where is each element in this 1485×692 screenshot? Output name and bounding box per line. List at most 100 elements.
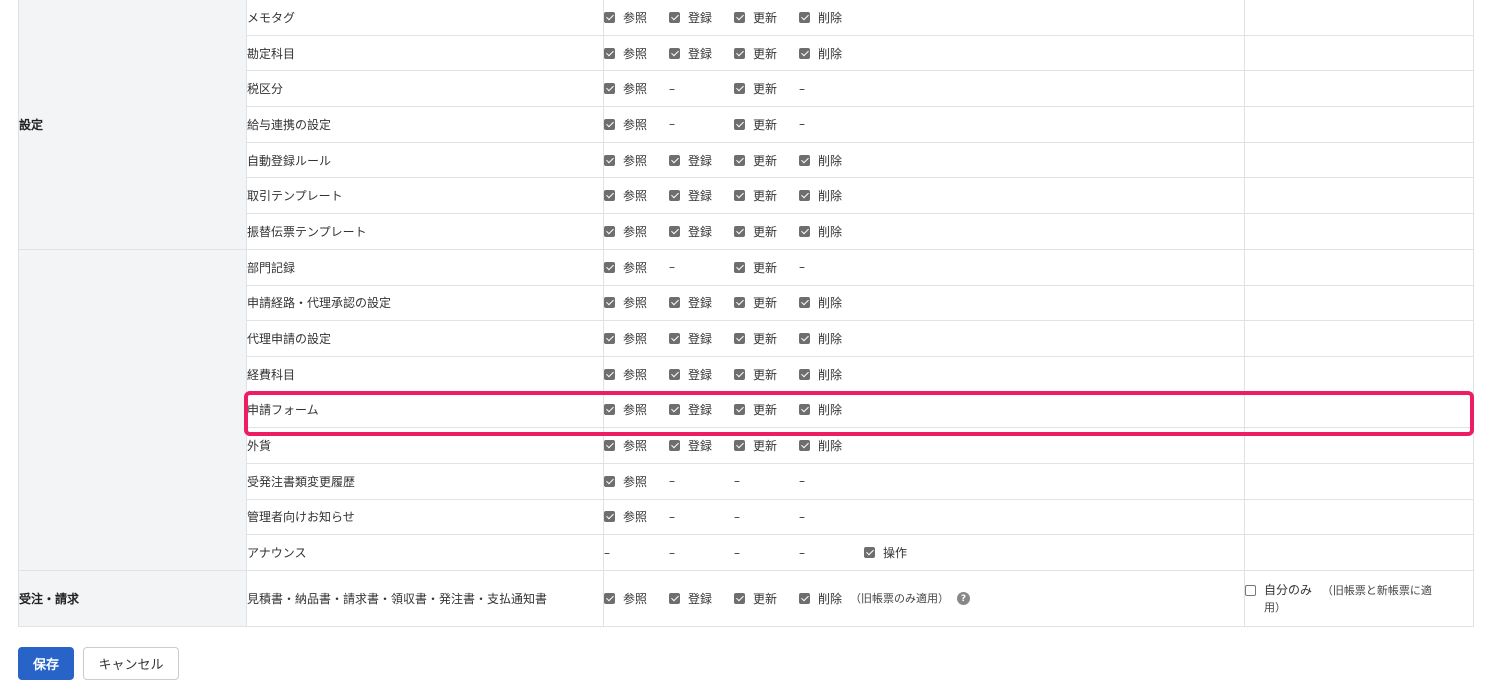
create-unavailable: – xyxy=(669,81,675,96)
self-only-note: （旧帳票と新帳票に適 xyxy=(1321,583,1432,597)
create-unavailable: – xyxy=(669,117,675,132)
self-only-checkbox[interactable] xyxy=(1245,584,1256,596)
view-checkbox[interactable] xyxy=(604,190,615,202)
view-checkbox[interactable] xyxy=(604,475,615,487)
scope-cell xyxy=(1244,462,1474,500)
update-checkbox[interactable] xyxy=(734,297,745,309)
delete-checkbox[interactable] xyxy=(799,368,810,380)
create-unavailable: – xyxy=(669,545,675,560)
view-label: 参照 xyxy=(623,189,648,204)
create-label: 登録 xyxy=(688,189,713,204)
create-checkbox[interactable] xyxy=(669,440,680,452)
permission-cell: 参照 登録 更新 削除 （旧帳票のみ適用）? xyxy=(603,570,1245,627)
update-checkbox[interactable] xyxy=(734,118,745,130)
view-label: 参照 xyxy=(623,510,648,525)
delete-checkbox[interactable] xyxy=(799,225,810,237)
delete-checkbox[interactable] xyxy=(799,297,810,309)
view-checkbox[interactable] xyxy=(604,154,615,166)
update-label: 更新 xyxy=(753,153,778,168)
view-checkbox[interactable] xyxy=(604,593,615,605)
permission-cell: 参照 登録 更新 削除 xyxy=(603,391,1245,429)
create-checkbox[interactable] xyxy=(669,47,680,59)
update-checkbox[interactable] xyxy=(734,154,745,166)
legacy-only-note: （旧帳票のみ適用） xyxy=(850,592,950,606)
scope-cell xyxy=(1244,534,1474,571)
delete-label: 削除 xyxy=(818,153,843,168)
view-label: 参照 xyxy=(623,10,648,25)
view-checkbox[interactable] xyxy=(604,368,615,380)
create-unavailable: – xyxy=(669,509,675,524)
help-icon[interactable]: ? xyxy=(957,592,971,606)
delete-checkbox[interactable] xyxy=(799,333,810,345)
view-checkbox[interactable] xyxy=(604,47,615,59)
scope-cell xyxy=(1244,248,1474,286)
permission-cell: 参照 登録 更新 削除 xyxy=(603,141,1245,179)
delete-checkbox[interactable] xyxy=(799,11,810,23)
view-checkbox[interactable] xyxy=(604,511,615,523)
delete-label: 削除 xyxy=(818,224,843,239)
view-checkbox[interactable] xyxy=(604,440,615,452)
update-checkbox[interactable] xyxy=(734,368,745,380)
feature-name: 管理者向けお知らせ xyxy=(246,498,604,536)
delete-checkbox[interactable] xyxy=(799,440,810,452)
feature-name: 取引テンプレート xyxy=(246,177,604,215)
scope-cell xyxy=(1244,213,1474,250)
create-checkbox[interactable] xyxy=(669,297,680,309)
update-checkbox[interactable] xyxy=(734,83,745,95)
feature-name: 勘定科目 xyxy=(246,34,604,72)
update-checkbox[interactable] xyxy=(734,225,745,237)
view-checkbox[interactable] xyxy=(604,261,615,273)
delete-checkbox[interactable] xyxy=(799,47,810,59)
delete-checkbox[interactable] xyxy=(799,190,810,202)
update-checkbox[interactable] xyxy=(734,261,745,273)
create-checkbox[interactable] xyxy=(669,333,680,345)
delete-checkbox[interactable] xyxy=(799,593,810,605)
operate-checkbox[interactable] xyxy=(864,547,875,559)
view-checkbox[interactable] xyxy=(604,404,615,416)
view-checkbox[interactable] xyxy=(604,297,615,309)
update-unavailable: – xyxy=(734,545,740,560)
permission-cell: 参照 – – – xyxy=(603,498,1245,536)
save-button[interactable]: 保存 xyxy=(18,647,74,680)
update-checkbox[interactable] xyxy=(734,47,745,59)
update-label: 更新 xyxy=(753,439,778,454)
update-label: 更新 xyxy=(753,117,778,132)
update-checkbox[interactable] xyxy=(734,190,745,202)
feature-name: 自動登録ルール xyxy=(246,141,604,179)
scope-cell xyxy=(1244,70,1474,108)
view-label: 参照 xyxy=(623,367,648,382)
view-label: 参照 xyxy=(623,82,648,97)
update-label: 更新 xyxy=(753,367,778,382)
delete-checkbox[interactable] xyxy=(799,154,810,166)
create-checkbox[interactable] xyxy=(669,190,680,202)
delete-checkbox[interactable] xyxy=(799,404,810,416)
create-checkbox[interactable] xyxy=(669,11,680,23)
view-label: 参照 xyxy=(623,474,648,489)
cancel-button[interactable]: キャンセル xyxy=(83,647,179,680)
update-checkbox[interactable] xyxy=(734,333,745,345)
create-checkbox[interactable] xyxy=(669,404,680,416)
view-checkbox[interactable] xyxy=(604,83,615,95)
update-checkbox[interactable] xyxy=(734,440,745,452)
scope-cell xyxy=(1244,34,1474,72)
update-checkbox[interactable] xyxy=(734,593,745,605)
scope-cell xyxy=(1244,0,1474,36)
permission-cell: 参照 登録 更新 削除 xyxy=(603,177,1245,215)
create-label: 登録 xyxy=(688,10,713,25)
view-checkbox[interactable] xyxy=(604,118,615,130)
update-checkbox[interactable] xyxy=(734,11,745,23)
update-label: 更新 xyxy=(753,592,778,607)
view-label: 参照 xyxy=(623,46,648,61)
create-checkbox[interactable] xyxy=(669,154,680,166)
update-label: 更新 xyxy=(753,189,778,204)
create-checkbox[interactable] xyxy=(669,368,680,380)
feature-name: 受発注書類変更履歴 xyxy=(246,462,604,500)
view-checkbox[interactable] xyxy=(604,333,615,345)
view-checkbox[interactable] xyxy=(604,225,615,237)
view-checkbox[interactable] xyxy=(604,11,615,23)
feature-name: アナウンス xyxy=(246,534,604,571)
create-checkbox[interactable] xyxy=(669,225,680,237)
feature-name: 部門記録 xyxy=(246,248,604,286)
create-checkbox[interactable] xyxy=(669,593,680,605)
update-checkbox[interactable] xyxy=(734,404,745,416)
